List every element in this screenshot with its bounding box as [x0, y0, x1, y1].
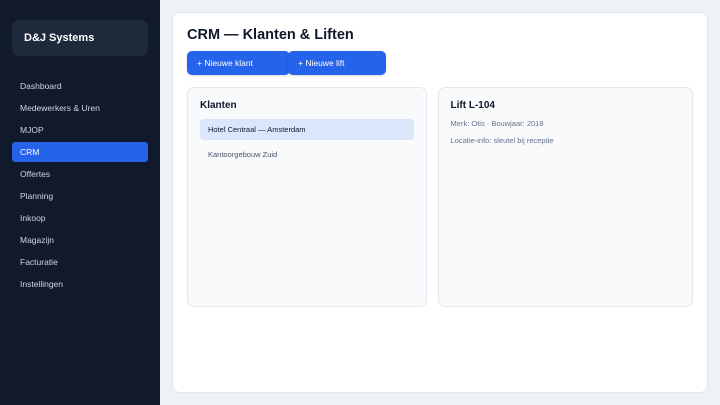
customer-list-item[interactable]: Hotel Centraal — Amsterdam	[200, 119, 414, 140]
sidebar: D&J Systems Dashboard Medewerkers & Uren…	[0, 0, 160, 405]
sidebar-item-medewerkers-uren[interactable]: Medewerkers & Uren	[12, 98, 148, 118]
brand-logo: D&J Systems	[12, 20, 148, 56]
page-title: CRM — Klanten & Liften	[187, 27, 354, 43]
sidebar-item-inkoop[interactable]: Inkoop	[12, 208, 148, 228]
lift-specs: Merk: Otis · Bouwjaar: 2018	[450, 119, 544, 128]
lift-detail-card: Lift L-104 Merk: Otis · Bouwjaar: 2018 L…	[437, 87, 693, 307]
sidebar-nav: Dashboard Medewerkers & Uren MJOP CRM Of…	[12, 76, 148, 294]
customers-card-title: Klanten	[200, 100, 237, 111]
sidebar-item-dashboard[interactable]: Dashboard	[12, 76, 148, 96]
customers-card: Klanten Hotel Centraal — Amsterdam Kanto…	[187, 87, 427, 307]
app-root: D&J Systems Dashboard Medewerkers & Uren…	[0, 0, 720, 405]
sidebar-item-offertes[interactable]: Offertes	[12, 164, 148, 184]
sidebar-item-facturatie[interactable]: Facturatie	[12, 252, 148, 272]
sidebar-item-mjop[interactable]: MJOP	[12, 120, 148, 140]
new-customer-button[interactable]: + Nieuwe klant	[187, 51, 290, 75]
main-area: CRM — Klanten & Liften + Nieuwe klant + …	[160, 0, 720, 405]
sidebar-item-magazijn[interactable]: Magazijn	[12, 230, 148, 250]
sidebar-item-instellingen[interactable]: Instellingen	[12, 274, 148, 294]
content-panel: CRM — Klanten & Liften + Nieuwe klant + …	[172, 12, 708, 393]
lift-location-info: Locatie-info: sleutel bij receptie	[450, 136, 554, 145]
cards-row: Klanten Hotel Centraal — Amsterdam Kanto…	[187, 87, 693, 307]
lift-card-title: Lift L-104	[450, 100, 495, 111]
sidebar-item-planning[interactable]: Planning	[12, 186, 148, 206]
customer-list-item[interactable]: Kantoorgebouw Zuid	[200, 144, 414, 165]
sidebar-item-crm[interactable]: CRM	[12, 142, 148, 162]
toolbar: + Nieuwe klant + Nieuwe lift	[187, 51, 693, 75]
new-lift-button[interactable]: + Nieuwe lift	[288, 51, 386, 75]
